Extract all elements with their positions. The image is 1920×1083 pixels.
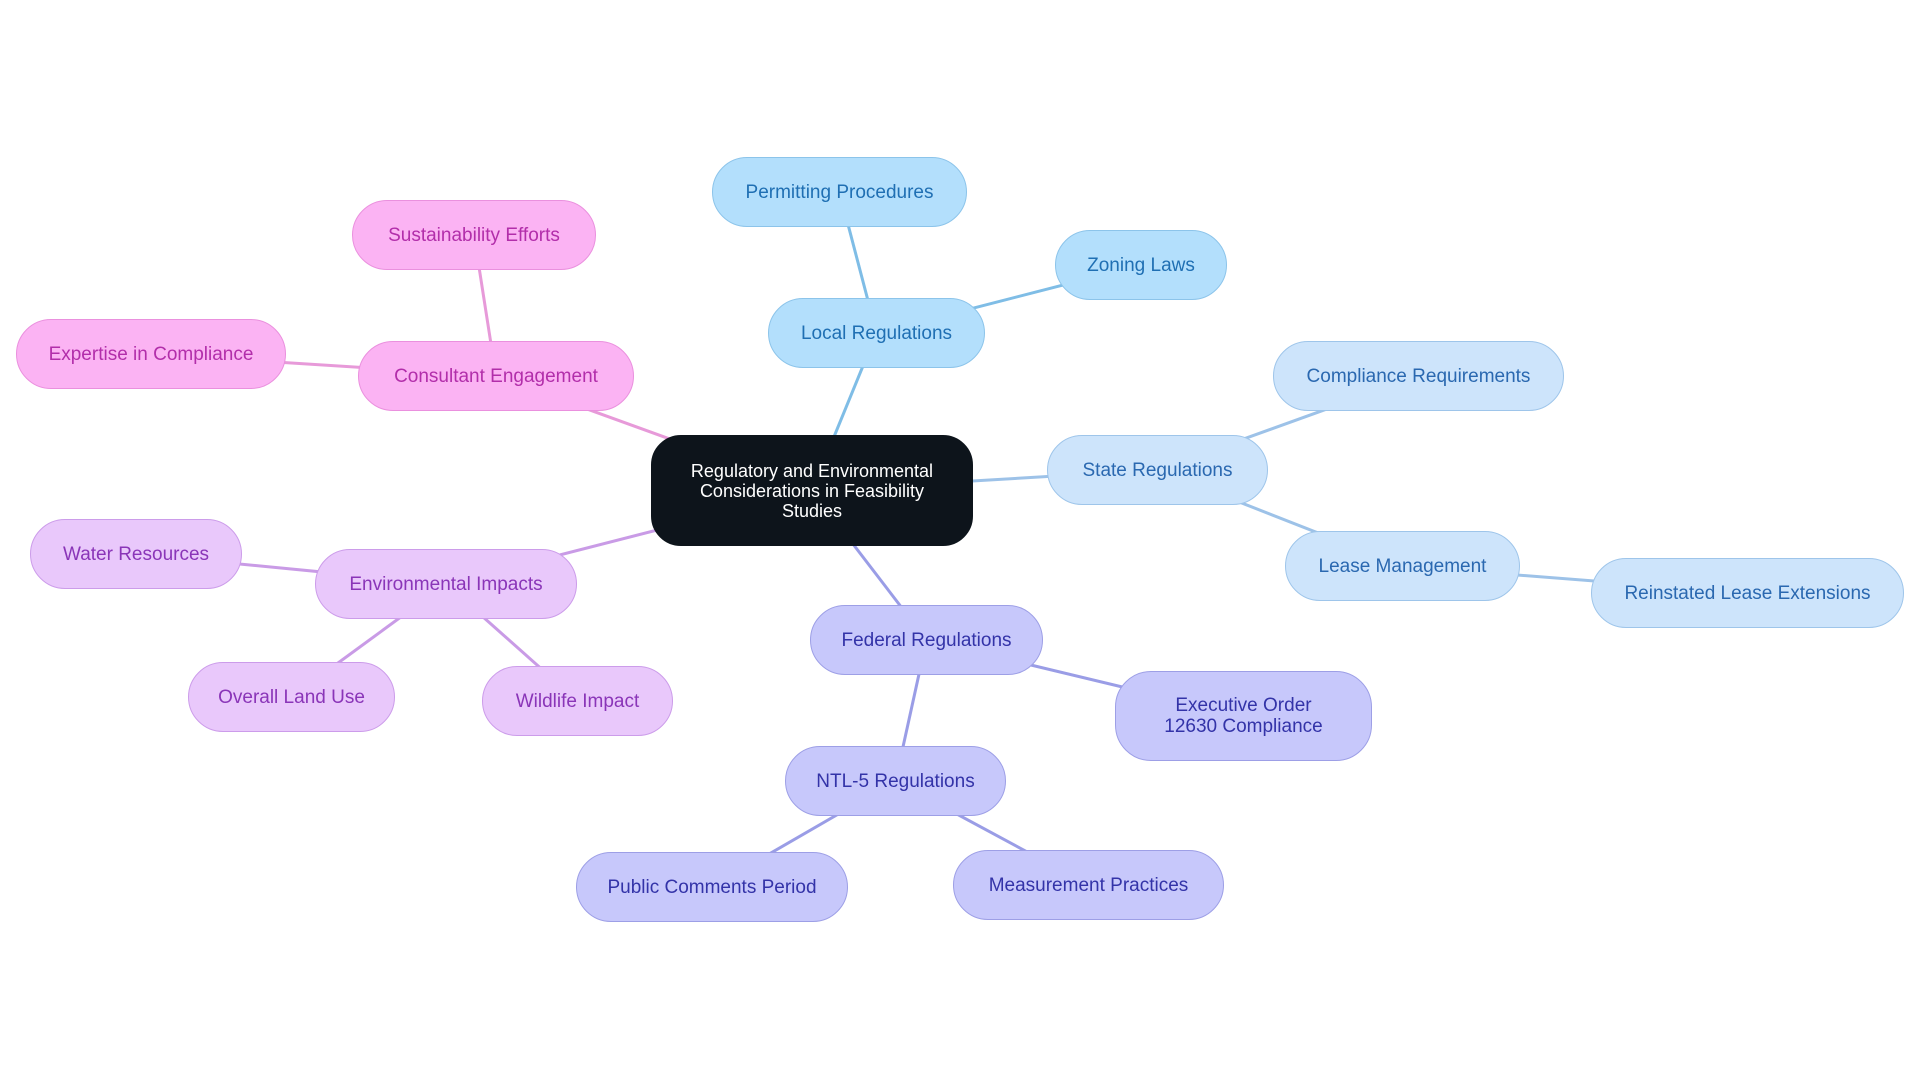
node-label: Wildlife Impact — [515, 690, 640, 712]
connector-layer — [135, 191, 1748, 889]
node-label: Water Resources — [62, 543, 210, 565]
node-label: Expertise in Compliance — [48, 343, 254, 365]
node-measurement-practices[interactable]: Measurement Practices — [953, 850, 1224, 920]
node-local-regulations[interactable]: Local Regulations — [768, 298, 985, 368]
node-public-comments-period[interactable]: Public Comments Period — [576, 852, 848, 922]
node-permitting-procedures[interactable]: Permitting Procedures — [712, 157, 967, 227]
node-label: NTL-5 Regulations — [816, 770, 975, 792]
node-label: Executive Order 12630 Compliance — [1164, 695, 1323, 737]
node-label: Local Regulations — [800, 322, 953, 344]
node-label: Federal Regulations — [841, 629, 1012, 651]
node-label: Compliance Requirements — [1306, 365, 1531, 387]
node-ntl5-regulations[interactable]: NTL-5 Regulations — [785, 746, 1006, 816]
node-label: Public Comments Period — [607, 876, 817, 898]
node-overall-land-use[interactable]: Overall Land Use — [188, 662, 395, 732]
node-label: Overall Land Use — [218, 686, 365, 708]
node-environmental-impacts[interactable]: Environmental Impacts — [315, 549, 577, 619]
node-consultant-engagement[interactable]: Consultant Engagement — [358, 341, 634, 411]
node-executive-order-12630[interactable]: Executive Order 12630 Compliance — [1115, 671, 1372, 761]
root-node-label: Regulatory and Environmental Considerati… — [690, 460, 934, 521]
node-label: Lease Management — [1318, 555, 1487, 577]
node-sustainability-efforts[interactable]: Sustainability Efforts — [352, 200, 596, 270]
node-label: Measurement Practices — [988, 874, 1189, 896]
node-federal-regulations[interactable]: Federal Regulations — [810, 605, 1043, 675]
node-lease-management[interactable]: Lease Management — [1285, 531, 1520, 601]
root-node[interactable]: Regulatory and Environmental Considerati… — [651, 435, 973, 546]
node-water-resources[interactable]: Water Resources — [30, 519, 242, 589]
node-zoning-laws[interactable]: Zoning Laws — [1055, 230, 1227, 300]
node-label: Consultant Engagement — [394, 365, 598, 387]
node-label: Zoning Laws — [1087, 254, 1195, 276]
node-label: Permitting Procedures — [745, 181, 934, 203]
node-label: Environmental Impacts — [349, 573, 543, 595]
node-label: Reinstated Lease Extensions — [1624, 582, 1871, 604]
node-compliance-requirements[interactable]: Compliance Requirements — [1273, 341, 1564, 411]
node-label: Sustainability Efforts — [388, 224, 560, 246]
node-reinstated-lease-extensions[interactable]: Reinstated Lease Extensions — [1591, 558, 1904, 628]
node-state-regulations[interactable]: State Regulations — [1047, 435, 1268, 505]
node-wildlife-impact[interactable]: Wildlife Impact — [482, 666, 673, 736]
node-expertise-in-compliance[interactable]: Expertise in Compliance — [16, 319, 286, 389]
node-label: State Regulations — [1082, 459, 1233, 481]
